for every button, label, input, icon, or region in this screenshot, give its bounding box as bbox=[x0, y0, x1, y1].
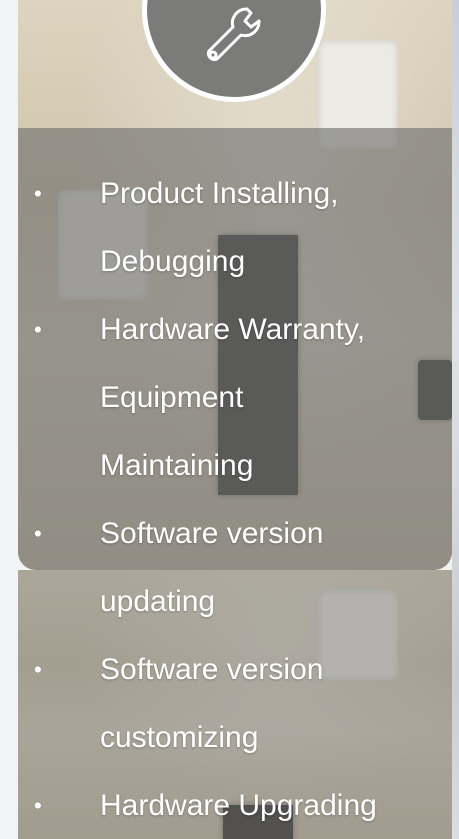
bullet: • bbox=[34, 521, 42, 546]
list-item-text: Hardware Warranty, bbox=[100, 313, 366, 346]
list-item: • Software version customizing bbox=[0, 636, 459, 772]
list-item-text: customizing bbox=[100, 721, 259, 754]
list-item-text: Product Installing, bbox=[100, 177, 339, 210]
bullet: • bbox=[34, 181, 42, 206]
list-item: • Hardware Warranty, Equipment Maintaini… bbox=[0, 296, 459, 500]
list-item-text: Equipment bbox=[100, 381, 244, 414]
list-item-text: Software version bbox=[100, 517, 324, 550]
bullet: • bbox=[34, 657, 42, 682]
list-item-text: Hardware Upgrading bbox=[100, 789, 377, 822]
list-item: • Product Installing, Debugging bbox=[0, 160, 459, 296]
list-item: • Software version updating bbox=[0, 500, 459, 636]
bullet: • bbox=[34, 317, 42, 342]
list-item-text: Debugging bbox=[100, 245, 246, 278]
list-item-text: Maintaining bbox=[100, 449, 254, 482]
bullet: • bbox=[34, 793, 42, 818]
list-item-text: updating bbox=[100, 585, 216, 618]
service-card: • Product Installing, Debugging • Hardwa… bbox=[0, 0, 459, 839]
wrench-icon bbox=[206, 7, 261, 62]
service-list: • Product Installing, Debugging • Hardwa… bbox=[0, 160, 459, 839]
list-item: • Hardware Upgrading bbox=[0, 772, 459, 839]
list-item-text: Software version bbox=[100, 653, 324, 686]
